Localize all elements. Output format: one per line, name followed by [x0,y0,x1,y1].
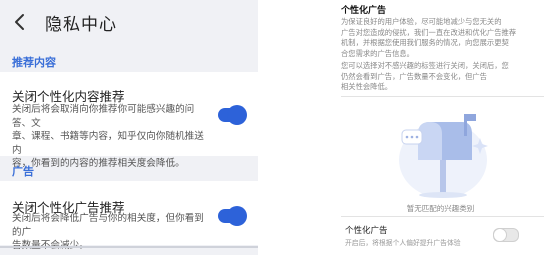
para-line: 合您需求的广告信息。 [341,48,414,58]
section-title: 个性化广告 [341,6,387,16]
mailbox-icon [399,114,488,198]
para-line: 广告对您造成的侵扰，我们一直在改进和优化广告推荐 [341,27,517,37]
section-label-recommend: 推荐内容 [12,56,56,69]
option-title: 个性化广告 [345,226,388,236]
para-line: 相关性会降低。 [341,82,393,91]
empty-state-caption: 暂无匹配的兴趣类别 [406,204,475,213]
setting-item-content-recommend[interactable]: 关闭个性化内容推荐 关闭后将会取消向你推荐你可能感兴趣的问答、文 章、课程、书籍… [0,72,258,169]
desc-line: 容，你看到的内容的推荐相关度会降低。 [12,158,185,169]
section-label-ads: 广告 [12,165,34,178]
bottom-divider [0,246,258,248]
desc-line: 关闭后将会取消向你推荐你可能感兴趣的问答、文 [12,104,195,129]
setting-item-ad-recommend[interactable]: 关闭个性化广告推荐 关闭后将会降低广告与你的相关度，但你看到的广 告数量不会减少… [0,181,258,251]
para-line: 为保证良好的用户体验，尽可能地减少与您无关的 [341,17,502,26]
toggle-knob [493,228,507,242]
option-description: 开启后，将根据个人偏好提升广告体验 [345,239,461,247]
privacy-center-screen: 隐私中心 推荐内容 关闭个性化内容推荐 关闭后将会取消向你推荐你可能感兴趣的问答… [0,0,258,255]
chevron-left-icon[interactable] [10,12,30,32]
toggle-knob [228,106,246,124]
personalized-ads-screen: 个性化广告 为保证良好的用户体验，尽可能地减少与您无关的 广告对您造成的侵扰，我… [331,0,550,255]
setting-description: 关闭后将会取消向你推荐你可能感兴趣的问答、文 章、课程、书籍等内容，知乎仅向你随… [12,103,212,171]
toggle-content-recommend[interactable] [218,106,246,124]
para-line: 仍然会看到广告，广告数量不会变化，但广告 [341,71,487,81]
top-bar: 隐私中心 [0,0,258,44]
para-line: 机制，并根据您使用我们服务的情况，向您展示更契 [341,38,509,47]
desc-line: 关闭后将会降低广告与你的相关度，但你看到的广 [12,213,204,238]
divider [341,216,544,217]
page-title: 隐私中心 [45,15,117,35]
intro-paragraph: 为保证良好的用户体验，尽可能地减少与您无关的 广告对您造成的侵扰，我们一直在改进… [341,17,544,59]
desc-line: 章、课程、书籍等内容，知乎仅向你随机推送内 [12,131,204,156]
divider [341,96,544,97]
para-line: 您可以选择对不感兴趣的标签进行关闭，关闭后，您 [341,61,509,70]
toggle-knob [228,207,246,225]
toggle-ad-recommend[interactable] [218,207,246,225]
note-paragraph: 您可以选择对不感兴趣的标签进行关闭，关闭后，您 仍然会看到广告，广告数量不会变化… [341,61,544,93]
toggle-personalized-ads[interactable] [493,228,519,242]
